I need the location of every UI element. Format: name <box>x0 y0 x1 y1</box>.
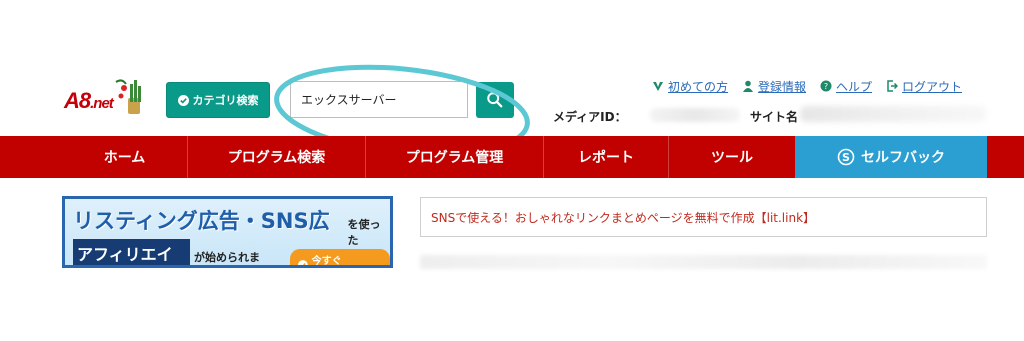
search-button[interactable] <box>476 82 514 118</box>
banner-subtext: が始められます！ <box>194 251 260 264</box>
media-id-label: メディアID： <box>553 110 627 124</box>
banner-cta[interactable]: 今すぐCHECK! <box>289 249 390 265</box>
category-search-label: カテゴリ検索 <box>192 94 259 107</box>
search-input-value: エックスサーバー <box>301 93 397 107</box>
media-id-redacted <box>650 108 740 122</box>
svg-text:?: ? <box>824 82 828 91</box>
logout-link[interactable]: ログアウト <box>886 77 962 95</box>
help-link[interactable]: ? ヘルプ <box>820 77 872 95</box>
nav-program-management[interactable]: プログラム管理 <box>365 136 543 178</box>
top-links: 初めての方 登録情報 ? ヘルプ ログアウト <box>652 77 962 95</box>
logout-icon <box>887 80 899 92</box>
nav-tools[interactable]: ツール <box>668 136 795 178</box>
check-circle-icon <box>297 260 308 265</box>
nav-program-search[interactable]: プログラム検索 <box>187 136 365 178</box>
nav-selfback[interactable]: S セルフバック <box>795 136 987 178</box>
main-nav: ホーム プログラム検索 プログラム管理 レポート ツール S セルフバック <box>0 136 1024 178</box>
nav-report[interactable]: レポート <box>543 136 668 178</box>
notice-link[interactable]: SNSで使える！おしゃれなリンクまとめページを無料で作成【lit.link】 <box>420 197 987 237</box>
svg-text:S: S <box>842 151 850 164</box>
blurred-content <box>420 255 987 269</box>
notice-text: SNSで使える！おしゃれなリンクまとめページを無料で作成【lit.link】 <box>431 210 816 225</box>
check-circle-icon <box>177 94 189 106</box>
first-time-link[interactable]: 初めての方 <box>652 77 728 95</box>
nav-home[interactable]: ホーム <box>62 136 187 178</box>
a8net-logo[interactable]: A8.net <box>64 76 148 120</box>
site-name-redacted <box>800 106 986 122</box>
user-icon <box>743 80 754 92</box>
site-name-label: サイト名 <box>750 110 799 124</box>
category-search-button[interactable]: カテゴリ検索 <box>166 82 270 118</box>
account-info-link[interactable]: 登録情報 <box>742 77 806 95</box>
leaf-icon <box>653 82 663 91</box>
banner-affiliate: アフィリエイト <box>73 239 190 265</box>
search-input[interactable]: エックスサーバー <box>290 81 468 118</box>
logo-text: A8.net <box>64 88 114 113</box>
listing-ads-banner[interactable]: リスティング広告・SNS広告 を使った アフィリエイト が始められます！ 今すぐ… <box>62 196 393 268</box>
help-icon: ? <box>820 80 832 92</box>
selfback-icon: S <box>837 148 855 166</box>
search-icon <box>487 92 503 108</box>
kadomatsu-icon <box>115 79 141 114</box>
